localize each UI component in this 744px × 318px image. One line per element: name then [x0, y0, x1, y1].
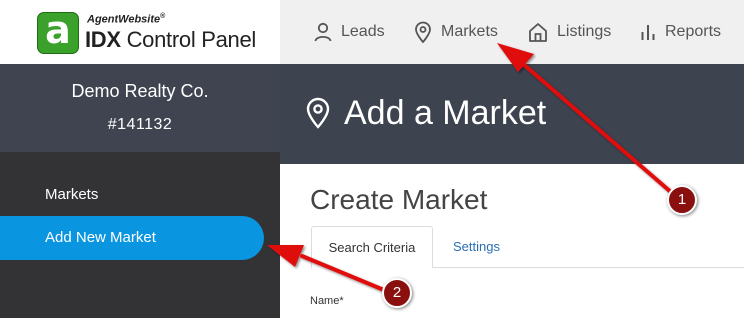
annotation-arrow-2	[267, 245, 386, 292]
annotation-overlay	[267, 43, 674, 292]
annotation-arrow-1	[497, 43, 674, 195]
annotation-badge-1: 1	[667, 185, 697, 215]
annotation-badge-2: 2	[382, 278, 412, 308]
